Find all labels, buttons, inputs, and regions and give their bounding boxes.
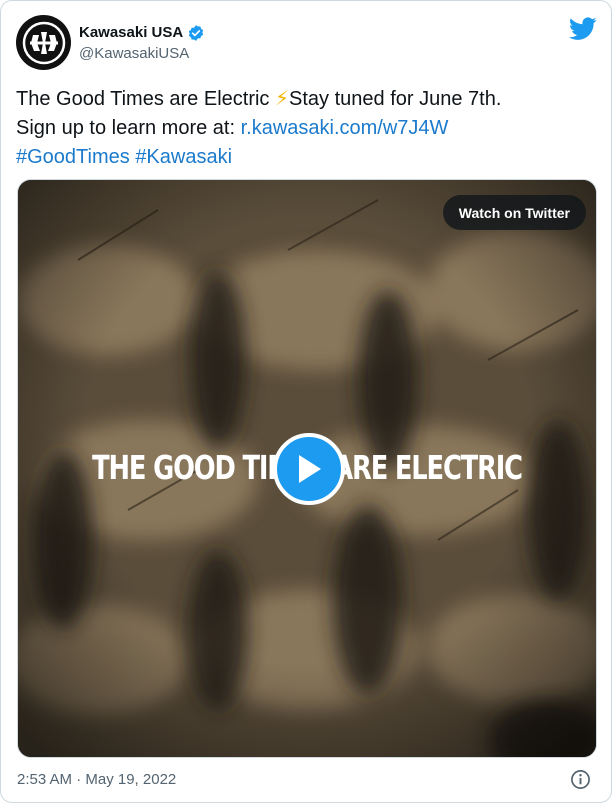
- watch-on-twitter-button[interactable]: Watch on Twitter: [442, 195, 586, 230]
- video-player[interactable]: THE GOOD TIMES ARE ELECTRIC Watch on Twi…: [17, 179, 597, 758]
- kawasaki-logo-icon: [22, 21, 65, 64]
- tweet-card: Kawasaki USA @KawasakiUSA The Good Times…: [0, 0, 612, 803]
- hashtag-kawasaki[interactable]: #Kawasaki: [135, 146, 232, 168]
- author-handle[interactable]: @KawasakiUSA: [79, 45, 205, 62]
- tweet-text-part1: The Good Times are Electric: [16, 88, 275, 110]
- verified-badge-icon: [189, 24, 204, 41]
- tweet-footer: 2:53 AM · May 19, 2022: [17, 769, 595, 791]
- info-icon[interactable]: [570, 769, 591, 790]
- avatar[interactable]: [16, 15, 71, 70]
- author-names: Kawasaki USA @KawasakiUSA: [79, 23, 205, 62]
- display-name[interactable]: Kawasaki USA: [79, 24, 183, 41]
- twitter-bird-icon[interactable]: [569, 17, 597, 41]
- tweet-text-part3: Sign up to learn more at:: [16, 117, 241, 139]
- hashtag-goodtimes[interactable]: #GoodTimes: [16, 146, 130, 168]
- play-button[interactable]: [273, 433, 345, 505]
- tweet-header: Kawasaki USA @KawasakiUSA: [16, 15, 597, 71]
- display-name-row: Kawasaki USA: [79, 23, 205, 42]
- lightning-emoji-icon: ⚡: [274, 88, 290, 110]
- timestamp[interactable]: 2:53 AM · May 19, 2022: [17, 771, 176, 788]
- tweet-text: The Good Times are Electric ⚡Stay tuned …: [16, 85, 596, 172]
- tweet-link[interactable]: r.kawasaki.com/w7J4W: [241, 117, 449, 139]
- tweet-text-part2: Stay tuned for June 7th.: [289, 88, 502, 110]
- play-icon: [299, 455, 321, 483]
